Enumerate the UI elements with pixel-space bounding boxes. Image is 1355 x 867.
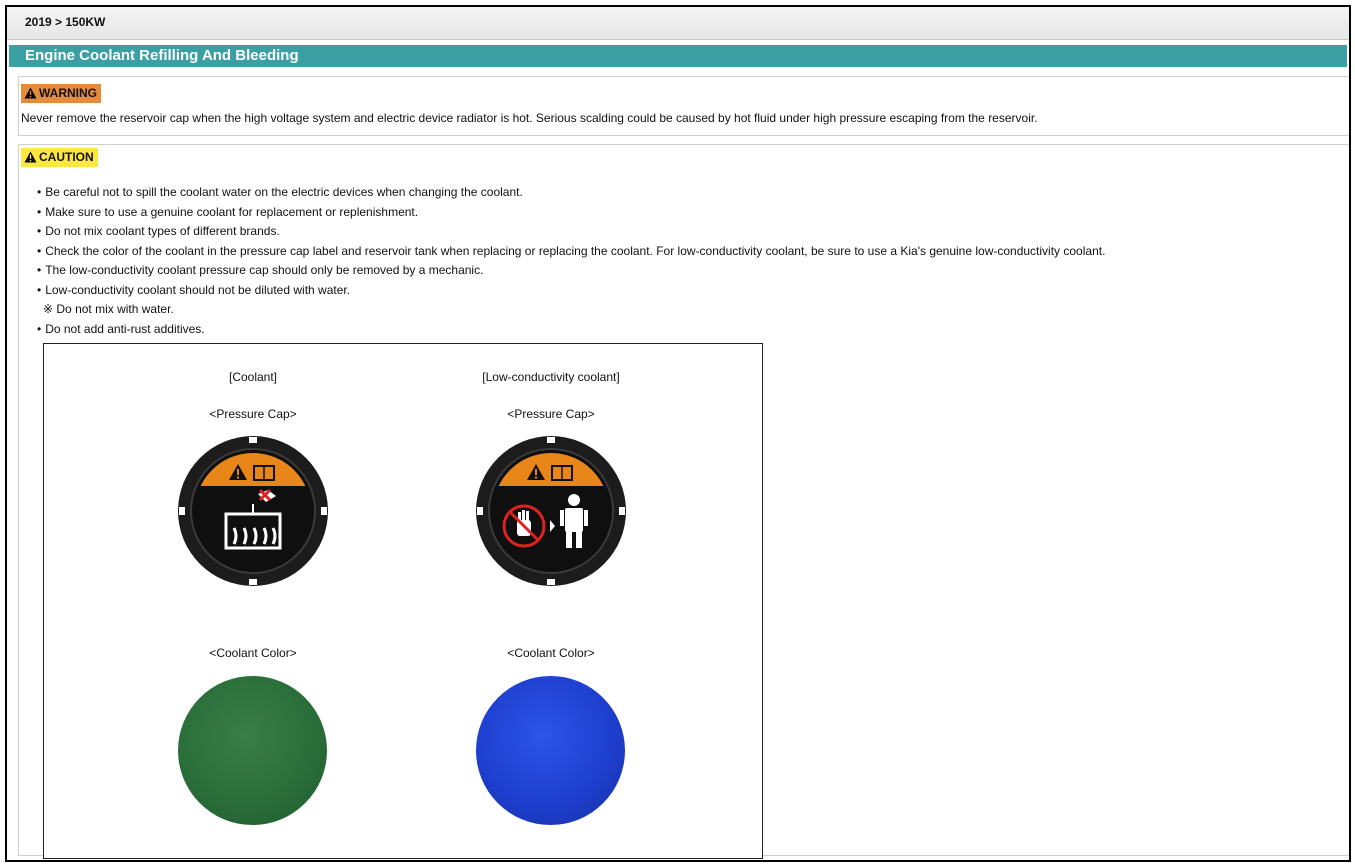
coolant-color-swatch	[178, 676, 327, 825]
list-item: • Do not add anti-rust additives.	[37, 321, 205, 336]
coolant-figure: [Coolant] <Pressure Cap> <Coolant Color>…	[43, 343, 763, 859]
list-item: • Be careful not to spill the coolant wat…	[37, 185, 523, 199]
page-title: Engine Coolant Refilling And Bleeding	[9, 45, 1347, 67]
list-item-note: ※ Do not mix with water.	[43, 302, 174, 316]
coolant-pressure-cap-label: <Pressure Cap>	[209, 407, 297, 421]
warning-badge: WARNING	[21, 84, 101, 103]
warning-label: WARNING	[39, 86, 97, 100]
caution-list: • Be careful not to spill the coolant wat…	[37, 183, 1105, 339]
low-conductivity-pressure-cap-image	[476, 436, 626, 586]
warning-triangle-icon	[24, 151, 37, 163]
list-item: • Check the color of the coolant in the p…	[37, 243, 1106, 258]
low-conductivity-coolant-heading: [Low-conductivity coolant]	[482, 370, 620, 384]
list-item: • The low-conductivity coolant pressure c…	[37, 263, 484, 277]
low-conductivity-pressure-cap-label: <Pressure Cap>	[507, 407, 595, 421]
coolant-color-label: <Coolant Color>	[209, 646, 297, 660]
list-item: • Low-conductivity coolant should not be …	[37, 282, 351, 297]
breadcrumb[interactable]: 2019 > 150KW	[7, 7, 1349, 40]
warning-box: WARNING Never remove the reservoir cap w…	[18, 76, 1349, 136]
low-conductivity-color-label: <Coolant Color>	[507, 646, 595, 660]
coolant-pressure-cap-image	[178, 436, 328, 586]
coolant-heading: [Coolant]	[228, 370, 278, 384]
caution-badge: CAUTION	[21, 148, 98, 167]
document-frame: 2019 > 150KW Engine Coolant Refilling An…	[5, 5, 1351, 862]
list-item: • Make sure to use a genuine coolant for …	[37, 204, 419, 219]
warning-text: Never remove the reservoir cap when the …	[21, 111, 1038, 125]
caution-box: CAUTION • Be careful not to spill the coo…	[18, 144, 1349, 859]
list-item: • Do not mix coolant types of different b…	[37, 224, 280, 238]
low-conductivity-color-swatch	[476, 676, 625, 825]
warning-triangle-icon	[24, 87, 37, 99]
caution-label: CAUTION	[39, 150, 94, 164]
